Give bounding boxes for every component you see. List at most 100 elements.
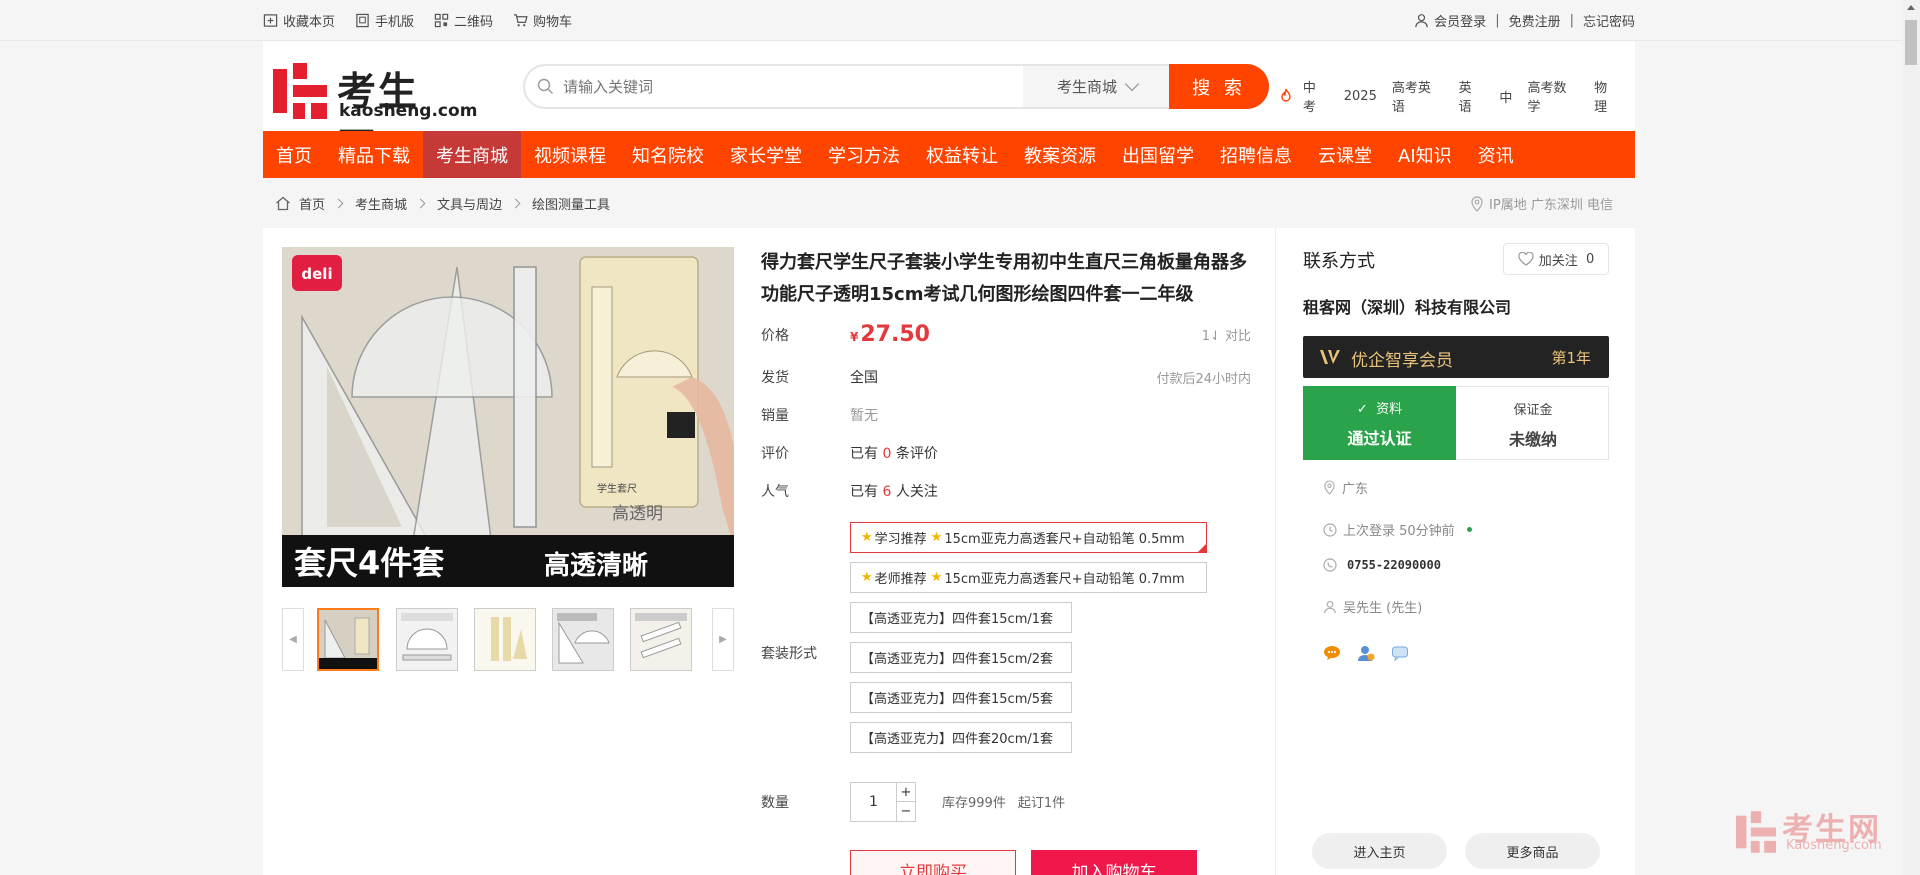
thumbnail[interactable] — [396, 608, 458, 671]
hot-keyword[interactable]: 物理 — [1594, 77, 1620, 115]
package-option[interactable]: 【高透亚克力】四件套20cm/1套 — [850, 722, 1072, 753]
page-scrollbar[interactable] — [1902, 0, 1920, 875]
package-option[interactable]: 【高透亚克力】四件套15cm/2套 — [850, 642, 1072, 673]
contact-channels — [1323, 644, 1409, 662]
cart-link[interactable]: 购物车 — [513, 11, 572, 30]
breadcrumb-home[interactable]: 首页 — [299, 194, 325, 213]
star-icon: ★ — [930, 570, 943, 585]
logo-domain: kaosheng.com — [339, 101, 478, 121]
enter-store-button[interactable]: 进入主页 — [1312, 833, 1447, 869]
hot-keyword[interactable]: 高考英语 — [1392, 77, 1444, 115]
chevron-left-icon: ◀ — [289, 634, 297, 645]
thumbnail[interactable] — [474, 608, 536, 671]
divider: | — [1569, 13, 1574, 28]
search-box: 考生商城 搜 索 — [523, 64, 1269, 109]
thumbnail-strip: ◀ ▶ — [282, 608, 734, 672]
logo-mark-icon — [273, 63, 327, 119]
mobile-link[interactable]: 手机版 — [355, 11, 414, 30]
star-icon: ★ — [861, 570, 873, 585]
compare-link[interactable]: 1⇃ 对比 — [1202, 325, 1251, 344]
hot-keyword[interactable]: 英语 — [1459, 77, 1485, 115]
thumb-prev-button[interactable]: ◀ — [282, 608, 304, 671]
package-option[interactable]: 【高透亚克力】四件套15cm/5套 — [850, 682, 1072, 713]
star-icon: ★ — [930, 530, 943, 545]
nav-item-cloud-class[interactable]: 云课堂 — [1305, 131, 1385, 178]
nav-item-mall[interactable]: 考生商城 — [423, 131, 521, 178]
search-button[interactable]: 搜 索 — [1169, 64, 1269, 109]
chevron-right-icon — [415, 198, 426, 208]
nav-item-methods[interactable]: 学习方法 — [815, 131, 913, 178]
contact-person-icon[interactable] — [1357, 644, 1375, 662]
message-icon[interactable] — [1391, 645, 1409, 661]
increment-button[interactable]: + — [896, 783, 915, 802]
vip-crown-icon — [1320, 350, 1340, 364]
seller-phone: 0755-22090000 — [1323, 558, 1441, 572]
home-icon — [276, 196, 290, 210]
brand-logo-text: deli — [301, 265, 332, 283]
nav-item-lesson-plans[interactable]: 教案资源 — [1011, 131, 1109, 178]
nav-item-home[interactable]: 首页 — [263, 131, 325, 178]
thumbnail[interactable] — [317, 608, 379, 671]
clock-icon — [1323, 522, 1337, 537]
site-logo[interactable]: 考生网 kaosheng.com — [273, 63, 477, 171]
nav-item-schools[interactable]: 知名院校 — [619, 131, 717, 178]
qrcode-link[interactable]: 二维码 — [434, 11, 493, 30]
min-order-text: 起订1件 — [1017, 796, 1066, 811]
package-option-selected[interactable]: ★ 学习推荐 ★ 15cm亚克力高透套尺+自动铅笔 0.5mm — [850, 522, 1207, 553]
package-option[interactable]: ★ 老师推荐 ★ 15cm亚克力高透套尺+自动铅笔 0.7mm — [850, 562, 1207, 593]
package-label: 套装形式 — [761, 646, 817, 662]
more-products-button[interactable]: 更多商品 — [1465, 833, 1600, 869]
nav-item-news[interactable]: 资讯 — [1465, 131, 1527, 178]
package-option[interactable]: 【高透亚克力】四件套15cm/1套 — [850, 602, 1072, 633]
hot-keyword[interactable]: 2025 — [1344, 89, 1377, 104]
register-link[interactable]: 免费注册 — [1509, 11, 1561, 30]
company-name[interactable]: 租客网（深圳）科技有限公司 — [1303, 294, 1511, 318]
hot-keyword[interactable]: 高考数学 — [1527, 77, 1579, 115]
add-to-cart-button[interactable]: 加入购物车 — [1031, 850, 1197, 875]
chat-bubble-icon[interactable] — [1323, 645, 1341, 661]
user-icon — [1415, 14, 1428, 28]
follow-button[interactable]: 加关注 0 — [1503, 243, 1609, 275]
nav-item-video[interactable]: 视频课程 — [521, 131, 619, 178]
hot-keyword[interactable]: 中 — [1499, 87, 1512, 106]
hot-keywords: 中考 2025 高考英语 英语 中 高考数学 物理 — [1278, 77, 1635, 115]
nav-item-ai[interactable]: AI知识 — [1385, 131, 1465, 178]
product-main-image[interactable]: deli 学生套尺 高透明 套尺4件套 高透清晰 — [282, 247, 734, 587]
hot-keyword[interactable]: 中考 — [1303, 77, 1329, 115]
nav-item-transfer[interactable]: 权益转让 — [913, 131, 1011, 178]
nav-item-downloads[interactable]: 精品下载 — [325, 131, 423, 178]
breadcrumb-drawing-tools[interactable]: 绘图测量工具 — [532, 194, 610, 213]
scrollbar-thumb[interactable] — [1905, 20, 1917, 65]
product-info: 得力套尺学生尺子套装小学生专用初中生直尺三角板量角器多功能尺子透明15cm考试几… — [761, 247, 1251, 875]
vip-badge: 优企智享会员 第1年 — [1303, 336, 1609, 378]
thumbnail[interactable] — [630, 608, 692, 671]
nav-item-study-abroad[interactable]: 出国留学 — [1109, 131, 1207, 178]
last-login: 上次登录 50分钟前 — [1323, 520, 1472, 539]
decrement-button[interactable]: − — [896, 802, 915, 821]
nav-item-parents[interactable]: 家长学堂 — [717, 131, 815, 178]
search-category-select[interactable]: 考生商城 — [1023, 66, 1171, 107]
thumb-next-button[interactable]: ▶ — [712, 608, 734, 671]
site-header: 考生网 kaosheng.com 考生商城 搜 索 中考 2025 高考英语 英… — [263, 41, 1635, 171]
qrcode-icon — [434, 13, 449, 28]
breadcrumb-mall[interactable]: 考生商城 — [355, 194, 407, 213]
sales-label: 销量 — [761, 408, 789, 424]
breadcrumb-stationery[interactable]: 文具与周边 — [437, 194, 502, 213]
location-pin-icon — [1324, 480, 1335, 495]
forgot-password-link[interactable]: 忘记密码 — [1583, 11, 1635, 30]
ip-location: IP属地 广东深圳 电信 — [1470, 194, 1613, 213]
scroll-up-icon[interactable] — [1907, 5, 1915, 10]
stock-text: 库存999件 — [942, 796, 1006, 811]
thumbnail[interactable] — [552, 608, 614, 671]
popularity-summary: 已有 6 人关注 — [850, 484, 938, 500]
favorite-link[interactable]: 收藏本页 — [263, 11, 335, 30]
seller-contact-person: 吴先生 (先生) — [1323, 597, 1422, 616]
quantity-input[interactable]: 1 — [851, 783, 896, 821]
buy-now-button[interactable]: 立即购买 — [850, 850, 1016, 875]
nav-item-jobs[interactable]: 招聘信息 — [1207, 131, 1305, 178]
login-link[interactable]: 会员登录 — [1434, 11, 1486, 30]
quantity-label: 数量 — [761, 795, 789, 811]
verified-status: ✓ 资料 通过认证 — [1303, 386, 1456, 460]
search-input[interactable] — [563, 74, 1013, 100]
location-pin-icon — [1471, 195, 1483, 212]
